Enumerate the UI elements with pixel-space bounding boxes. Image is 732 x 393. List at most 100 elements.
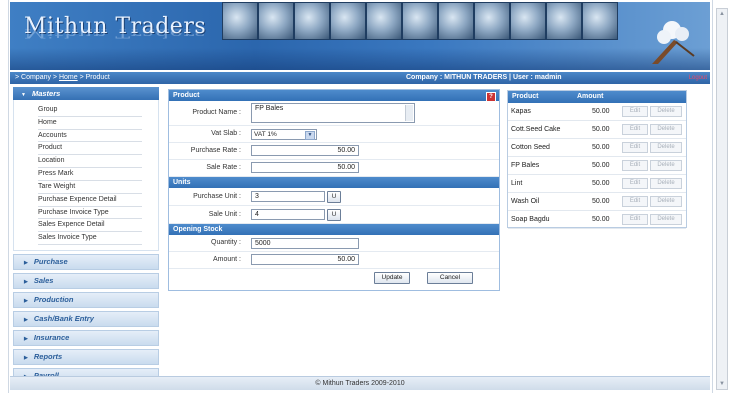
table-row: Cotton Seed 50.00 Edit Delete: [508, 139, 686, 157]
sale-unit-input[interactable]: 4: [251, 209, 325, 220]
banner-photo: [258, 2, 294, 40]
breadcrumb-prefix: > Company >: [15, 74, 59, 81]
sidebar-item-sales-invoice-type[interactable]: Sales Invoice Type: [38, 232, 142, 245]
sidebar-section-cash-bank-entry[interactable]: ▶ Cash/Bank Entry: [13, 310, 159, 327]
purchase-rate-label: Purchase Rate :: [190, 147, 241, 154]
product-amount-cell: 50.00: [592, 180, 610, 187]
edit-button[interactable]: Edit: [622, 142, 648, 153]
banner-photo: [294, 2, 330, 40]
cotton-flower-icon: [652, 21, 695, 64]
sidebar-section-reports[interactable]: ▶ Reports: [13, 348, 159, 365]
breadcrumb: > Company > Home > Product: [15, 72, 110, 84]
vat-slab-row: Vat Slab : VAT 1% ▼: [169, 126, 499, 143]
sidebar-section-masters[interactable]: ▼ Masters: [13, 87, 159, 100]
product-name-cell: Kapas: [511, 108, 531, 115]
sidebar-section-label: Insurance: [33, 332, 70, 342]
delete-button[interactable]: Delete: [650, 124, 682, 135]
table-row: Kapas 50.00 Edit Delete: [508, 103, 686, 121]
breadcrumb-bar: > Company > Home > Product Company : MIT…: [10, 72, 710, 84]
product-name-field[interactable]: FP Bales: [251, 103, 415, 123]
banner-photo: [582, 2, 618, 40]
edit-button[interactable]: Edit: [622, 178, 648, 189]
delete-button[interactable]: Delete: [650, 142, 682, 153]
chevron-right-icon: ▶: [24, 278, 28, 285]
sale-rate-input[interactable]: 50.00: [251, 162, 359, 173]
product-name-cell: Cotton Seed: [511, 144, 550, 151]
sidebar-item-group[interactable]: Group: [38, 104, 142, 117]
sidebar-item-press-mark[interactable]: Press Mark: [38, 168, 142, 181]
delete-button[interactable]: Delete: [650, 178, 682, 189]
sidebar-item-product[interactable]: Product: [38, 142, 142, 156]
sidebar-item-sales-expence-detail[interactable]: Sales Expence Detail: [38, 219, 142, 233]
form-actions: Update Cancel: [169, 269, 499, 285]
table-row: FP Bales 50.00 Edit Delete: [508, 157, 686, 175]
section-title: Product: [173, 92, 200, 99]
product-form: Product ? Product Name : FP Bales Vat Sl…: [168, 89, 500, 291]
scroll-up-icon[interactable]: ▲: [717, 9, 727, 19]
product-section-header: Product ?: [169, 90, 499, 102]
logout-link[interactable]: Logout: [689, 72, 707, 84]
sidebar-section-purchase[interactable]: ▶ Purchase: [13, 253, 159, 270]
product-name-row: Product Name : FP Bales: [169, 101, 499, 126]
vertical-scrollbar[interactable]: ▲ ▼: [716, 8, 728, 390]
vat-slab-value: VAT 1%: [254, 131, 277, 138]
vat-slab-select[interactable]: VAT 1% ▼: [251, 129, 317, 140]
sidebar-section-sales[interactable]: ▶ Sales: [13, 272, 159, 289]
sidebar-item-accounts[interactable]: Accounts: [38, 130, 142, 143]
table-row: Soap Bagdu 50.00 Edit Delete: [508, 211, 686, 229]
chevron-right-icon: ▶: [24, 316, 28, 323]
product-name-value: FP Bales: [255, 105, 284, 112]
sidebar-item-purchase-invoice-type[interactable]: Purchase Invoice Type: [38, 207, 142, 220]
purchase-unit-input[interactable]: 3: [251, 191, 325, 202]
banner-photo: [438, 2, 474, 40]
edit-button[interactable]: Edit: [622, 160, 648, 171]
delete-button[interactable]: Delete: [650, 160, 682, 171]
product-name-cell: FP Bales: [511, 162, 540, 169]
vat-slab-label: Vat Slab :: [211, 130, 241, 137]
product-name-cell: Soap Bagdu: [511, 216, 550, 223]
masters-list: Group Home Accounts Product Location Pre…: [13, 100, 159, 251]
edit-button[interactable]: Edit: [622, 196, 648, 207]
sidebar-section-production[interactable]: ▶ Production: [13, 291, 159, 308]
amount-input[interactable]: 50.00: [251, 254, 359, 265]
chevron-down-icon[interactable]: ▼: [305, 131, 315, 140]
sidebar-item-purchase-expence-detail[interactable]: Purchase Expence Detail: [38, 194, 142, 207]
delete-button[interactable]: Delete: [650, 214, 682, 225]
product-list-header: Product Amount: [508, 91, 686, 103]
delete-button[interactable]: Delete: [650, 196, 682, 207]
breadcrumb-current: > Product: [77, 74, 110, 81]
textarea-scrollbar[interactable]: [405, 105, 413, 121]
update-button[interactable]: Update: [374, 272, 410, 284]
sidebar-item-tare-weight[interactable]: Tare Weight: [38, 181, 142, 194]
banner-photo: [222, 2, 258, 40]
product-amount-cell: 50.00: [592, 198, 610, 205]
quantity-row: Quantity : 5000: [169, 235, 499, 252]
quantity-label: Quantity :: [211, 239, 241, 246]
quantity-input[interactable]: 5000: [251, 238, 359, 249]
sidebar-section-label: Sales: [33, 275, 54, 285]
purchase-rate-input[interactable]: 50.00: [251, 145, 359, 156]
column-header-amount: Amount: [577, 93, 604, 100]
sidebar-section-label: Purchase: [33, 256, 68, 266]
sidebar-item-home[interactable]: Home: [38, 117, 142, 130]
sale-unit-row: Sale Unit : 4 U: [169, 206, 499, 224]
edit-button[interactable]: Edit: [622, 106, 648, 117]
delete-button[interactable]: Delete: [650, 106, 682, 117]
scroll-down-icon[interactable]: ▼: [717, 379, 727, 389]
edit-button[interactable]: Edit: [622, 214, 648, 225]
table-row: Cott.Seed Cake 50.00 Edit Delete: [508, 121, 686, 139]
footer: © Mithun Traders 2009-2010: [10, 376, 710, 390]
sale-unit-button[interactable]: U: [327, 209, 341, 221]
section-title: Opening Stock: [173, 226, 223, 233]
help-icon[interactable]: ?: [486, 91, 496, 102]
edit-button[interactable]: Edit: [622, 124, 648, 135]
sidebar-item-location[interactable]: Location: [38, 155, 142, 168]
product-name-cell: Wash Oil: [511, 198, 540, 205]
chevron-right-icon: ▶: [24, 354, 28, 361]
column-header-product: Product: [512, 93, 539, 100]
cancel-button[interactable]: Cancel: [427, 272, 473, 284]
banner-photo: [366, 2, 402, 40]
purchase-unit-button[interactable]: U: [327, 191, 341, 203]
breadcrumb-home-link[interactable]: Home: [59, 74, 78, 81]
sidebar-section-insurance[interactable]: ▶ Insurance: [13, 329, 159, 346]
